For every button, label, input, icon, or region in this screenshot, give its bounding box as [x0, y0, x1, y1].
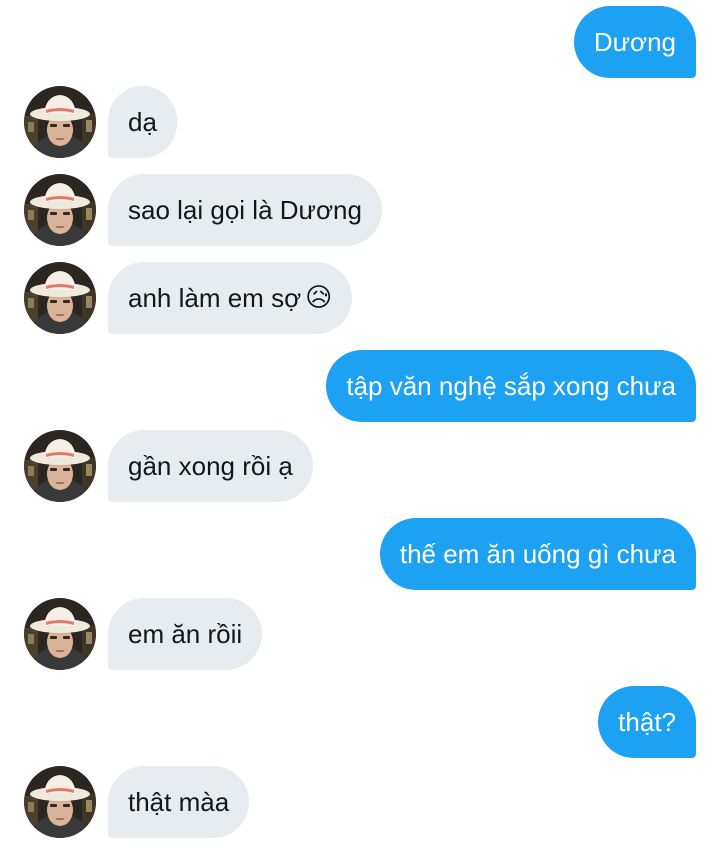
profile-photo-icon: [24, 262, 96, 334]
message-text: em ăn rồii: [128, 618, 243, 649]
avatar[interactable]: [24, 766, 96, 838]
profile-photo-icon: [24, 766, 96, 838]
message-row-sent: thật?: [0, 686, 720, 758]
avatar[interactable]: [24, 598, 96, 670]
message-bubble-sent[interactable]: Dương: [573, 6, 696, 78]
message-row-received: dạ: [0, 86, 720, 158]
message-text: gần xong rồi ạ: [128, 450, 293, 481]
avatar[interactable]: [24, 430, 96, 502]
message-bubble-sent[interactable]: thật?: [598, 686, 696, 758]
avatar[interactable]: [24, 174, 96, 246]
message-bubble-received[interactable]: em ăn rồii: [108, 598, 263, 670]
message-bubble-sent[interactable]: thế em ăn uống gì chưa: [379, 518, 696, 590]
profile-photo-icon: [24, 598, 96, 670]
profile-photo-icon: [24, 430, 96, 502]
message-text: thật màa: [128, 786, 230, 817]
message-text: Dương: [593, 26, 676, 57]
avatar[interactable]: [24, 86, 96, 158]
profile-photo-icon: [24, 86, 96, 158]
message-text: tập văn nghệ sắp xong chưa: [346, 370, 676, 401]
message-row-received: thật màa: [0, 766, 720, 838]
message-row-sent: Dương: [0, 6, 720, 78]
message-bubble-received[interactable]: anh làm em sợ 😥: [108, 262, 353, 334]
message-text: thật?: [618, 706, 676, 737]
message-thread: Dương dạ sao lại gọi là Dương anh làm em…: [0, 0, 720, 848]
message-bubble-received[interactable]: sao lại gọi là Dương: [108, 174, 382, 246]
avatar[interactable]: [24, 262, 96, 334]
message-text: sao lại gọi là Dương: [128, 194, 362, 225]
message-row-received: anh làm em sợ 😥: [0, 262, 720, 334]
message-row-received: gần xong rồi ạ: [0, 430, 720, 502]
message-text: dạ: [128, 106, 157, 137]
message-row-received: sao lại gọi là Dương: [0, 174, 720, 246]
message-bubble-received[interactable]: thật màa: [108, 766, 250, 838]
message-text: anh làm em sợ: [128, 282, 302, 313]
sad-relieved-face-emoji-icon: 😥: [305, 283, 333, 313]
message-bubble-received[interactable]: dạ: [108, 86, 177, 158]
message-row-sent: tập văn nghệ sắp xong chưa: [0, 350, 720, 422]
message-bubble-sent[interactable]: tập văn nghệ sắp xong chưa: [326, 350, 696, 422]
message-row-received: em ăn rồii: [0, 598, 720, 670]
profile-photo-icon: [24, 174, 96, 246]
message-row-sent: thế em ăn uống gì chưa: [0, 518, 720, 590]
message-text: thế em ăn uống gì chưa: [399, 538, 676, 569]
message-bubble-received[interactable]: gần xong rồi ạ: [108, 430, 313, 502]
